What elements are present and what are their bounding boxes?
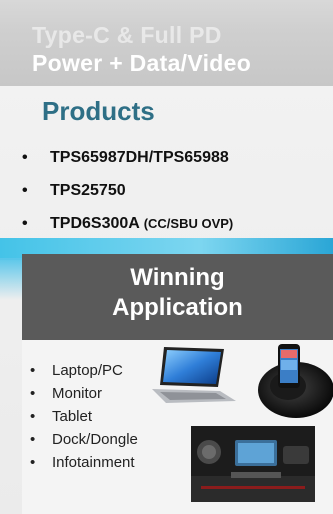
bullet: •: [22, 149, 28, 166]
bullet: •: [30, 431, 36, 448]
bullet: •: [22, 215, 28, 232]
car-dashboard-image: [191, 426, 315, 502]
application-label: Laptop/PC: [52, 362, 123, 379]
products-heading: Products: [42, 96, 155, 126]
bullet: •: [30, 408, 36, 425]
winning-title-line-1: Winning: [130, 264, 225, 291]
phone-dock-image: [258, 344, 333, 418]
bullet: •: [22, 182, 28, 199]
bullet: •: [30, 385, 36, 402]
slide-title-line-1: Type-C & Full PD: [32, 22, 222, 48]
application-label: Dock/Dongle: [52, 431, 138, 448]
winning-title-line-2: Application: [112, 294, 243, 321]
product-label: TPS25750: [50, 182, 126, 199]
application-label: Tablet: [52, 408, 93, 425]
product-slide: Type-C & Full PD Power + Data/Video Prod…: [0, 0, 333, 514]
product-label: TPD6S300A: [50, 215, 140, 232]
product-note: (CC/SBU OVP): [143, 216, 234, 231]
application-label: Monitor: [52, 385, 103, 402]
bullet: •: [30, 454, 36, 471]
product-label-with-note: TPD6S300A (CC/SBU OVP): [50, 215, 233, 233]
slide-title-line-2: Power + Data/Video: [32, 50, 252, 76]
bullet: •: [30, 362, 36, 379]
product-label: TPS65987DH/TPS65988: [50, 149, 229, 166]
application-label: Infotainment: [52, 454, 135, 471]
laptop-image: [152, 347, 236, 403]
